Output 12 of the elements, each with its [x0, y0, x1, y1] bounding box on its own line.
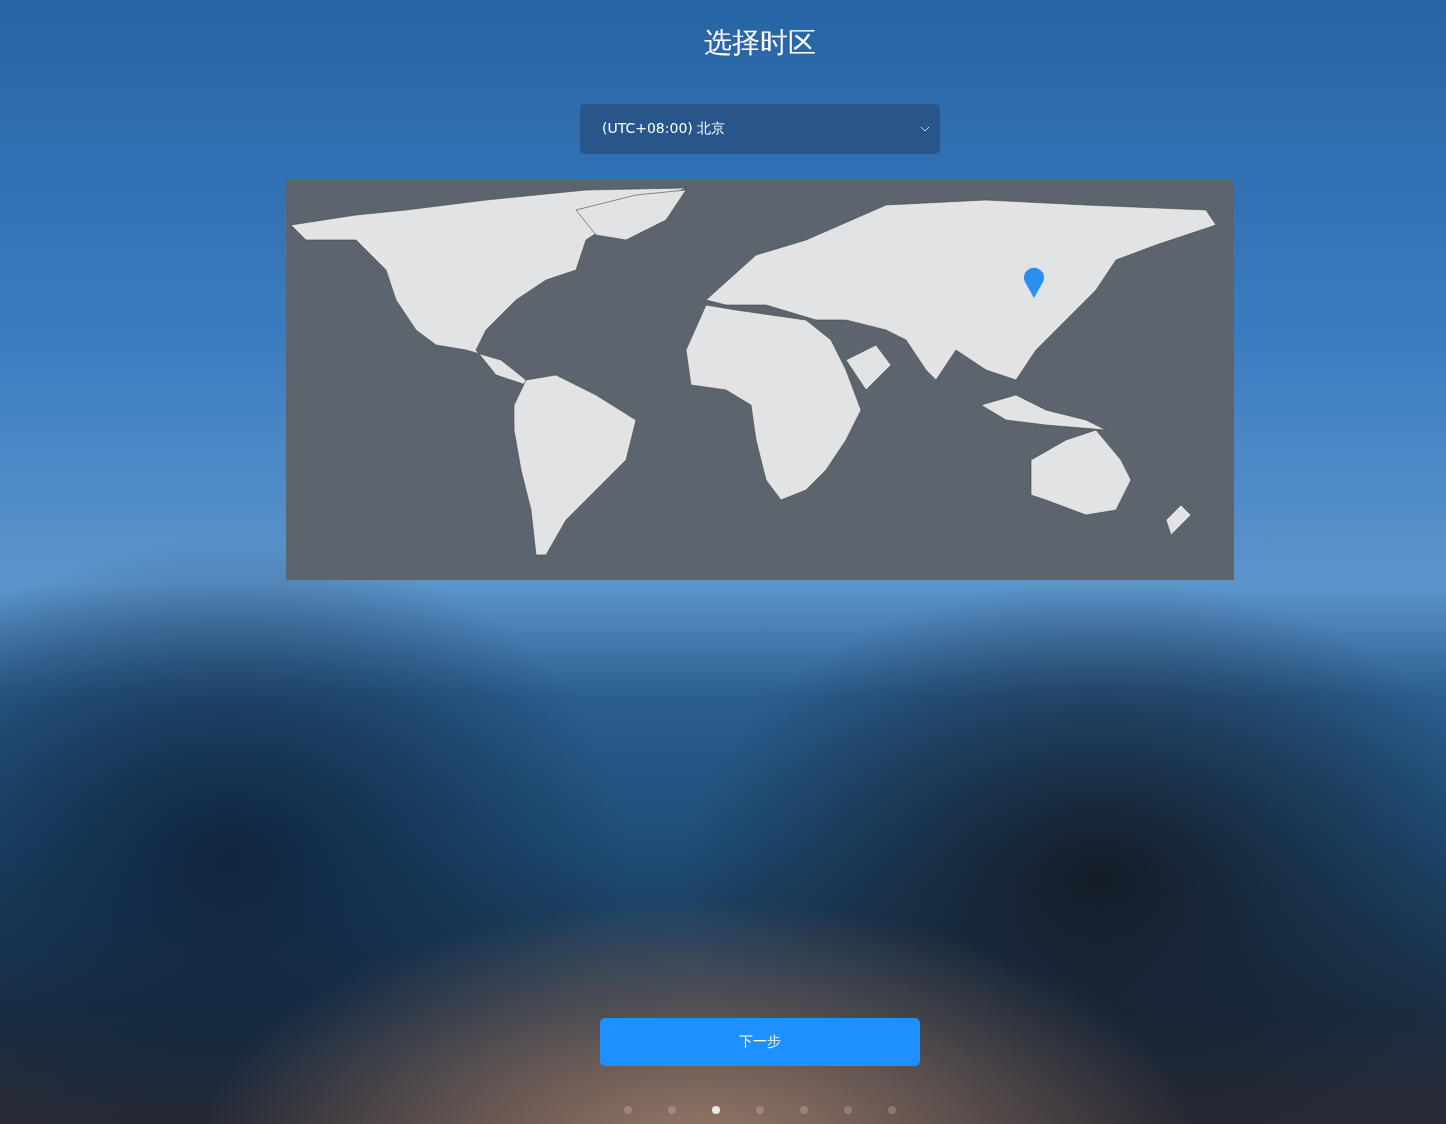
page-indicator-dot[interactable]: [712, 1106, 720, 1114]
page-indicator-dot[interactable]: [624, 1106, 632, 1114]
page-indicator-dot[interactable]: [844, 1106, 852, 1114]
page-indicator-dot[interactable]: [756, 1106, 764, 1114]
page-indicator-dot[interactable]: [800, 1106, 808, 1114]
timezone-dropdown[interactable]: (UTC+08:00) 北京: [580, 104, 940, 154]
timezone-value: (UTC+08:00) 北京: [602, 120, 726, 138]
page-indicator-dot[interactable]: [668, 1106, 676, 1114]
page-title: 选择时区: [704, 25, 816, 61]
chevron-down-icon: [920, 126, 930, 132]
page-indicator-dot[interactable]: [888, 1106, 896, 1114]
location-pin-icon: [1023, 267, 1045, 299]
